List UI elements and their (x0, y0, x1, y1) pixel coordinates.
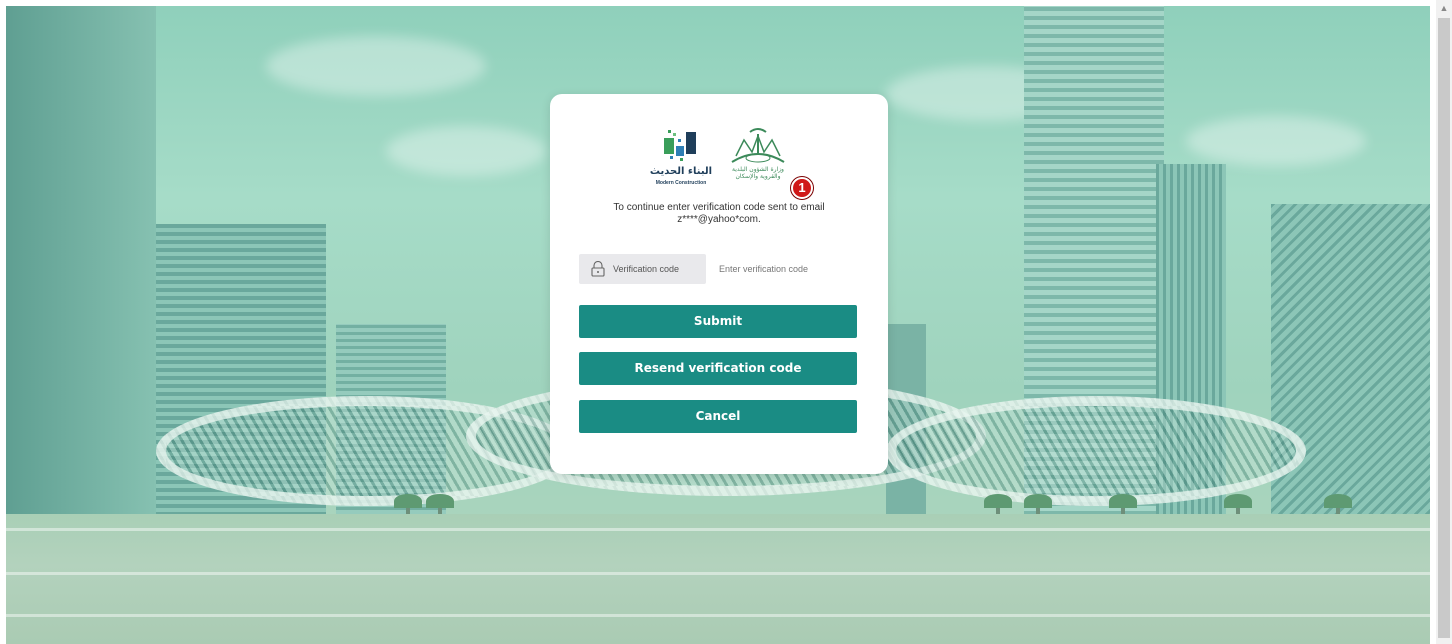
verification-message: To continue enter verification code sent… (560, 202, 878, 226)
ground (6, 514, 1430, 644)
modern-construction-logo: البناء الحديث Modern Construction (646, 128, 712, 188)
masked-email: z****@yahoo*com. (677, 214, 761, 225)
cloud (266, 36, 486, 96)
building (1271, 204, 1430, 524)
cloud (1186, 116, 1366, 166)
verification-code-label-box: Verification code (579, 254, 706, 284)
modern-construction-arabic: البناء الحديث (649, 166, 713, 177)
verification-message-line1: To continue enter verification code sent… (613, 202, 825, 213)
verification-code-field: Verification code (579, 254, 857, 284)
scrollbar[interactable]: ▲ (1436, 0, 1452, 644)
road-line (6, 614, 1430, 617)
ministry-name-arabic: وزارة الشؤون البلدية والقروية والإسكان (722, 166, 794, 180)
logos: البناء الحديث Modern Construction وزارة … (640, 124, 800, 190)
modern-construction-logo-icon (664, 130, 696, 161)
metro-station-roof (886, 396, 1306, 506)
scroll-up-arrow-icon[interactable]: ▲ (1436, 0, 1452, 16)
scrollbar-thumb[interactable] (1438, 18, 1450, 638)
verification-card: البناء الحديث Modern Construction وزارة … (550, 94, 888, 474)
modern-construction-english: Modern Construction (655, 180, 707, 186)
road-line (6, 572, 1430, 575)
cloud (386, 126, 546, 176)
lock-icon (591, 261, 605, 277)
ministry-name-line1: وزارة الشؤون البلدية (732, 166, 784, 173)
verification-code-label: Verification code (613, 264, 680, 274)
ministry-emblem-icon (731, 128, 785, 163)
resend-code-button[interactable]: Resend verification code (579, 352, 857, 385)
submit-button[interactable]: Submit (579, 305, 857, 338)
skyscraper (6, 6, 156, 524)
ministry-name-line2: والقروية والإسكان (735, 173, 781, 180)
road-line (6, 528, 1430, 531)
cancel-button[interactable]: Cancel (579, 400, 857, 433)
verification-code-input[interactable] (709, 254, 857, 284)
annotation-badge: 1 (791, 177, 813, 199)
ministry-logo: وزارة الشؤون البلدية والقروية والإسكان (722, 126, 794, 188)
